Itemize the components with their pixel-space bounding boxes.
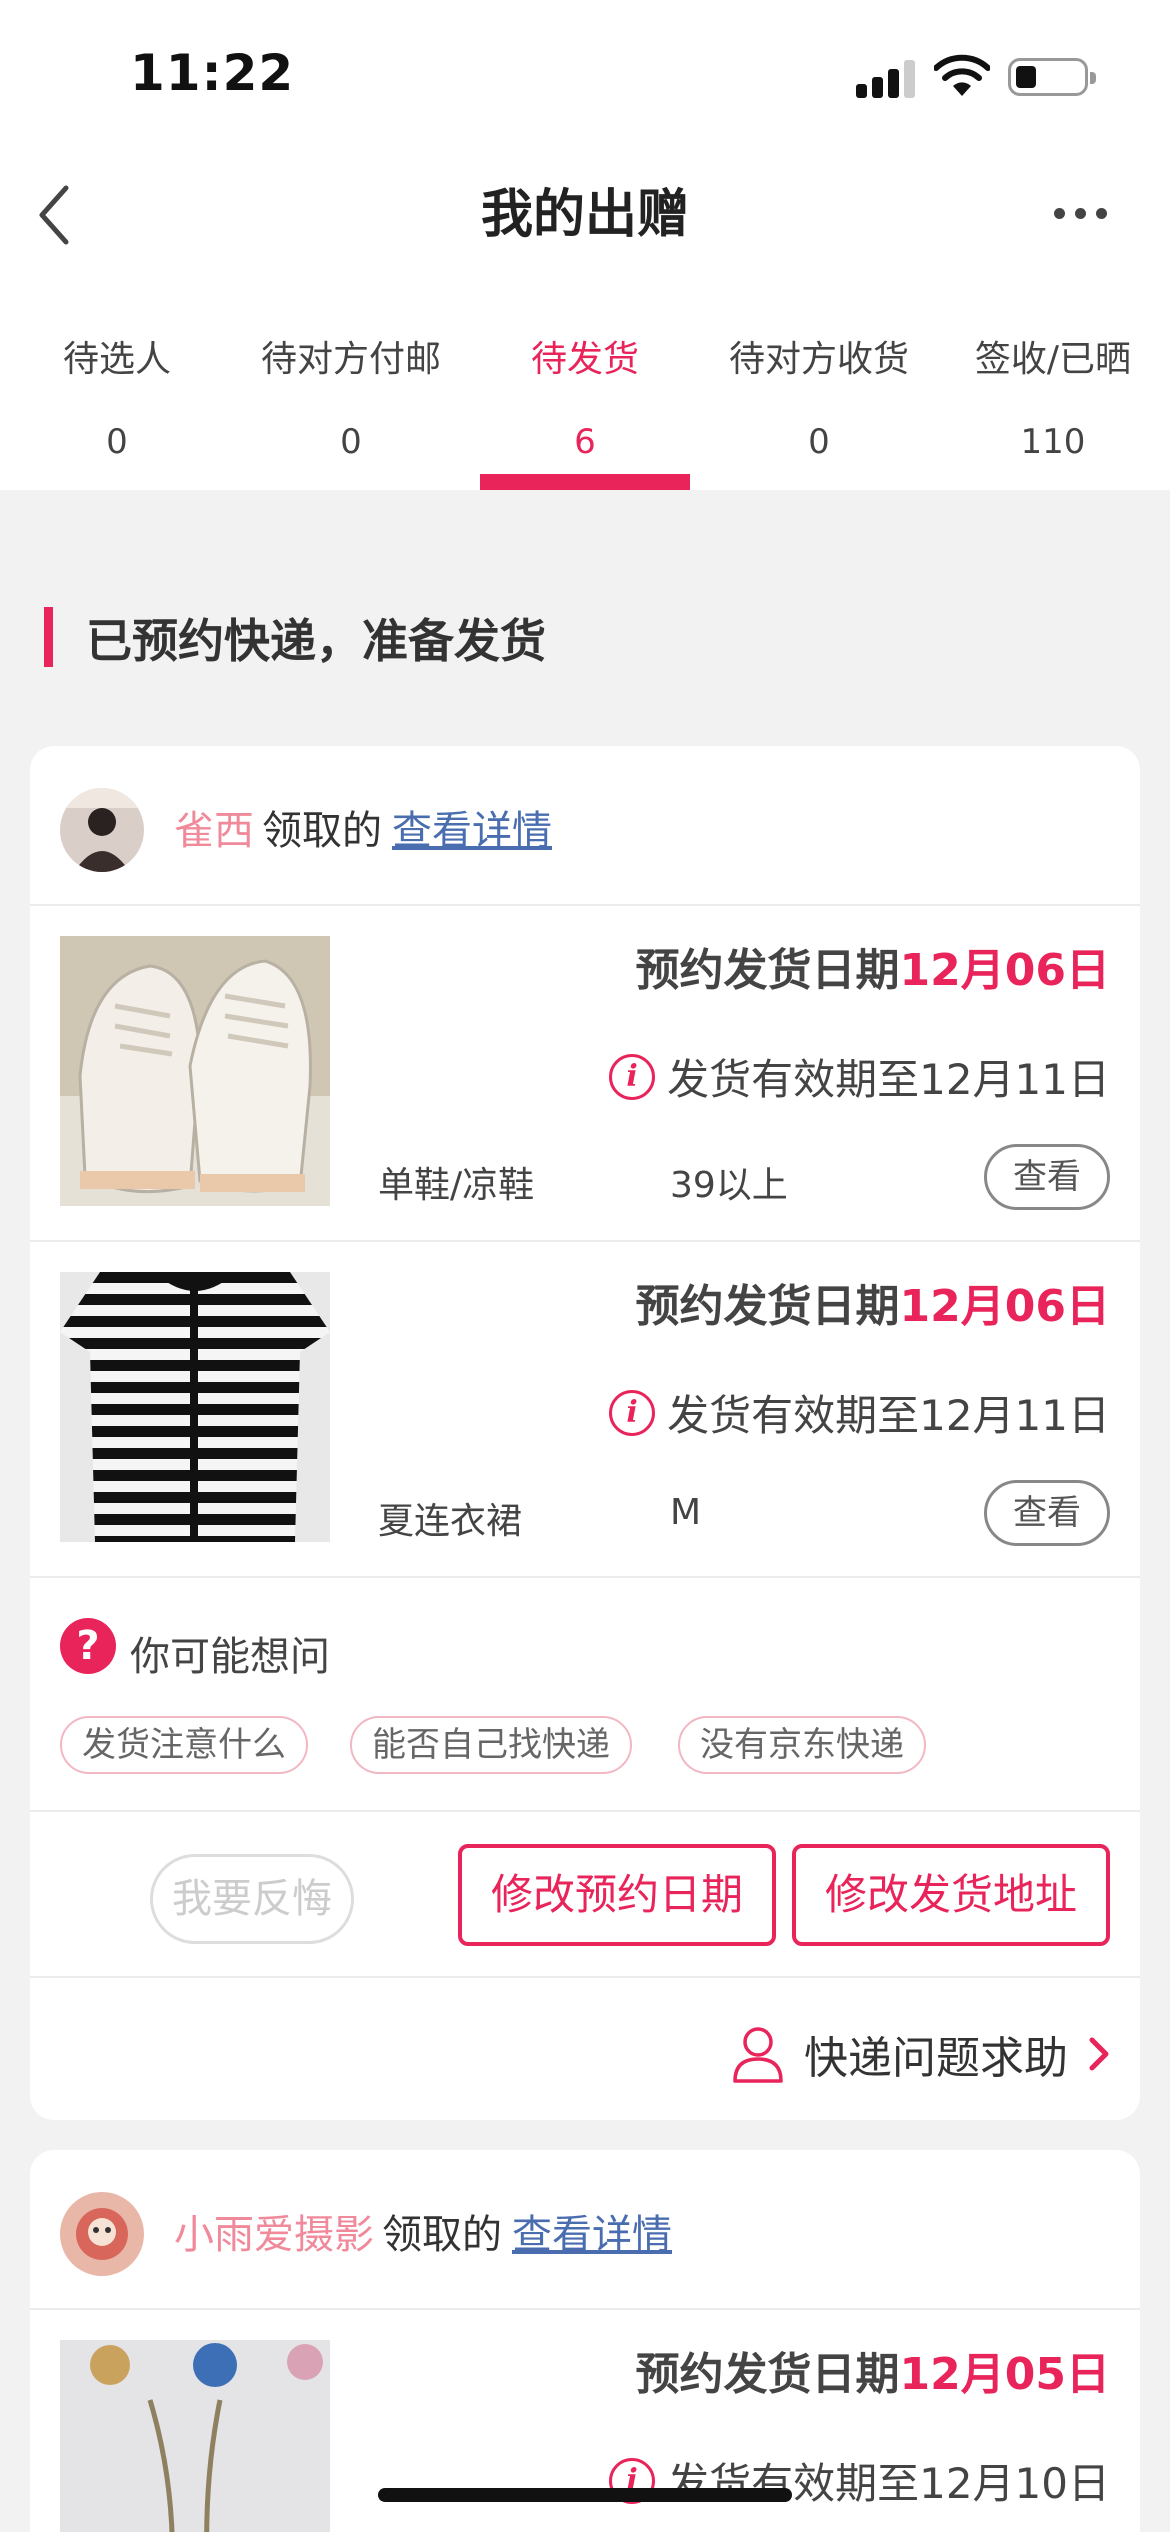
faq-chip-own-courier[interactable]: 能否自己找快递 <box>350 1716 632 1774</box>
item-thumbnail[interactable] <box>60 2340 330 2532</box>
card-header: 雀西 领取的 查看详情 <box>30 746 1140 906</box>
chevron-right-icon <box>1089 2037 1109 2071</box>
card-header: 小雨爱摄影 领取的 查看详情 <box>30 2150 1140 2310</box>
receiver-line: 小雨爱摄影 领取的 查看详情 <box>174 2202 672 2260</box>
tab-label: 待选人 <box>62 339 171 380</box>
tab-label: 待对方付邮 <box>260 339 441 380</box>
tab-count: 6 <box>574 422 596 462</box>
page-title: 我的出赠 <box>480 185 689 245</box>
card-actions: 我要反悔 修改预约日期 修改发货地址 <box>30 1812 1140 1978</box>
faq-section: ? 你可能想问 发货注意什么 能否自己找快递 没有京东快递 <box>30 1578 1140 1812</box>
ship-date-label: 预约发货日期 <box>635 945 900 996</box>
tab-pending-postage[interactable]: 待对方付邮 0 <box>234 290 468 490</box>
tab-count: 0 <box>808 422 830 462</box>
item-size: M <box>670 1492 702 1533</box>
tab-count: 110 <box>1020 422 1086 462</box>
item-thumbnail[interactable] <box>60 936 330 1206</box>
change-ship-address-button[interactable]: 修改发货地址 <box>792 1844 1110 1946</box>
tab-pending-selection[interactable]: 待选人 0 <box>0 290 234 490</box>
tab-label: 待发货 <box>530 339 639 380</box>
item-thumbnail[interactable] <box>60 1272 330 1542</box>
home-indicator <box>378 2488 792 2502</box>
scheduled-ship-date: 预约发货日期12月05日 <box>636 2338 1110 2402</box>
section-title: 已预约快递，准备发货 <box>86 614 546 668</box>
gift-item: 预约发货日期12月06日 i 发货有效期至12月11日 夏连衣裙 M 查看 <box>30 1242 1140 1578</box>
item-size: 39以上 <box>670 1165 788 1206</box>
section-accent-bar <box>44 607 53 667</box>
ship-date-value: 12月06日 <box>899 945 1110 996</box>
view-item-button[interactable]: 查看 <box>984 1480 1110 1546</box>
item-category: 单鞋/凉鞋 <box>378 1165 535 1206</box>
gift-order-card: 雀西 领取的 查看详情 预约发货日期12月06日 i 发货有效期至12月11日 单鞋… <box>30 746 1140 2120</box>
courier-help-row[interactable]: 快递问题求助 <box>30 1978 1140 2120</box>
scheduled-ship-date: 预约发货日期12月06日 <box>636 1270 1110 1334</box>
faq-title: 你可能想问 <box>130 1634 330 1680</box>
view-item-button[interactable]: 查看 <box>984 1144 1110 1210</box>
gift-item: 预约发货日期12月06日 i 发货有效期至12月11日 单鞋/凉鞋 39以上 查… <box>30 906 1140 1242</box>
info-icon: i <box>609 1389 656 1436</box>
tab-count: 0 <box>106 422 128 462</box>
status-tabs: 待选人 0 待对方付邮 0 待发货 6 待对方收货 0 签收/已晒 110 <box>0 290 1170 490</box>
question-icon: ? <box>60 1618 116 1674</box>
validity-text: 发货有效期至12月11日 <box>667 1055 1110 1104</box>
receiver-name[interactable]: 小雨爱摄影 <box>174 2212 374 2258</box>
info-icon: i <box>609 1053 656 1100</box>
courier-help-text: 快递问题求助 <box>804 2033 1068 2084</box>
ship-date-value: 12月05日 <box>899 2349 1110 2400</box>
active-tab-indicator <box>480 474 690 490</box>
tab-label: 待对方收货 <box>728 339 909 380</box>
change-ship-date-button[interactable]: 修改预约日期 <box>458 1844 776 1946</box>
ship-validity: i 发货有效期至12月11日 <box>609 1046 1110 1107</box>
view-details-link[interactable]: 查看详情 <box>392 808 552 854</box>
status-bar: 11:22 <box>0 0 1170 140</box>
ship-date-value: 12月06日 <box>899 1281 1110 1332</box>
battery-icon <box>1008 58 1096 96</box>
ship-date-label: 预约发货日期 <box>635 2349 900 2400</box>
tab-pending-shipment[interactable]: 待发货 6 <box>468 290 702 490</box>
cellular-signal-icon <box>856 58 916 98</box>
avatar[interactable] <box>60 2192 144 2276</box>
received-text: 领取的 <box>382 2212 502 2258</box>
wifi-icon <box>934 54 990 96</box>
status-time: 11:22 <box>130 44 295 102</box>
nav-bar: 我的出赠 <box>0 140 1170 290</box>
tab-label: 签收/已晒 <box>974 339 1132 380</box>
regret-button[interactable]: 我要反悔 <box>150 1854 354 1944</box>
faq-chip-shipping-notes[interactable]: 发货注意什么 <box>60 1716 308 1774</box>
validity-text: 发货有效期至12月11日 <box>667 1391 1110 1440</box>
ship-date-label: 预约发货日期 <box>635 1281 900 1332</box>
receiver-name[interactable]: 雀西 <box>174 808 254 854</box>
view-details-link[interactable]: 查看详情 <box>512 2212 672 2258</box>
avatar[interactable] <box>60 788 144 872</box>
faq-chip-no-jd-express[interactable]: 没有京东快递 <box>678 1716 926 1774</box>
item-category: 夏连衣裙 <box>378 1501 523 1542</box>
tab-received-shared[interactable]: 签收/已晒 110 <box>936 290 1170 490</box>
tab-pending-receipt[interactable]: 待对方收货 0 <box>702 290 936 490</box>
more-options-icon[interactable] <box>1054 200 1108 230</box>
received-text: 领取的 <box>262 808 382 854</box>
gift-order-card: 小雨爱摄影 领取的 查看详情 预约发货日期12月05日 i 发货有效期至12月10日 <box>30 2150 1140 2532</box>
receiver-line: 雀西 领取的 查看详情 <box>174 798 552 856</box>
scheduled-ship-date: 预约发货日期12月06日 <box>636 934 1110 998</box>
person-icon <box>733 2027 783 2083</box>
ship-validity: i 发货有效期至12月11日 <box>609 1382 1110 1443</box>
tab-count: 0 <box>340 422 362 462</box>
